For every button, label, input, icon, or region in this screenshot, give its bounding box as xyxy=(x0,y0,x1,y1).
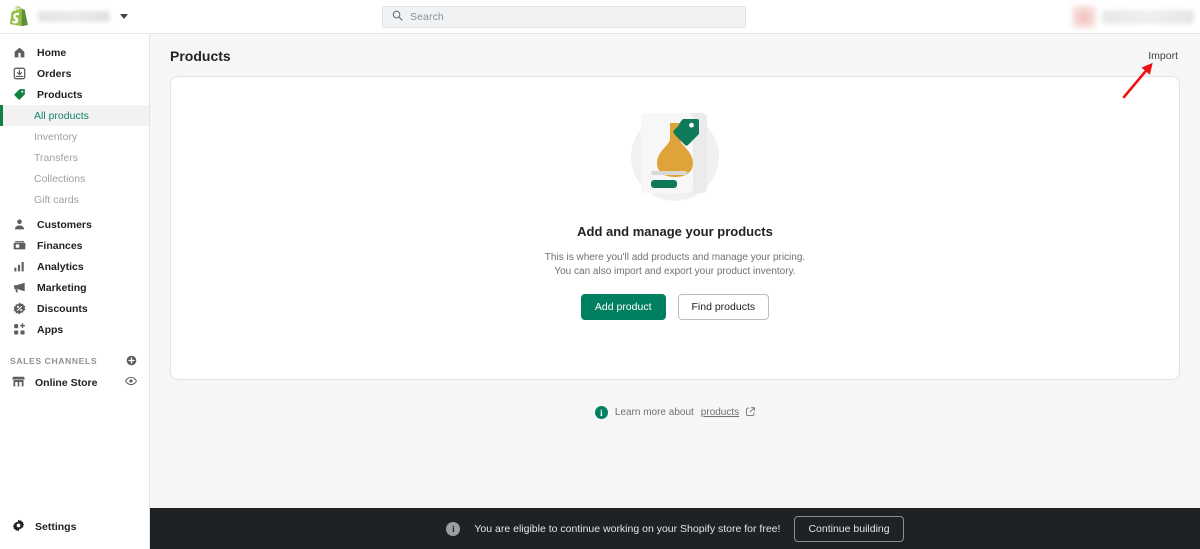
find-products-button[interactable]: Find products xyxy=(677,294,770,320)
discounts-percent-icon xyxy=(12,301,27,316)
user-menu[interactable] xyxy=(1072,5,1194,29)
banner-message: You are eligible to continue working on … xyxy=(474,522,781,535)
products-tag-icon xyxy=(12,87,27,102)
channel-label: Online Store xyxy=(35,376,98,389)
info-circle-icon: i xyxy=(446,521,461,536)
settings-label: Settings xyxy=(35,520,77,533)
learn-more-row: i Learn more about products xyxy=(150,406,1200,419)
sidebar-item-label: Finances xyxy=(37,239,83,252)
sidebar-item-collections[interactable]: Collections xyxy=(0,168,149,189)
subnav-item-label: Collections xyxy=(34,172,86,185)
products-empty-state-card: Add and manage your products This is whe… xyxy=(170,76,1180,380)
sidebar-item-gift-cards[interactable]: Gift cards xyxy=(0,189,149,210)
sidebar-item-finances[interactable]: Finances xyxy=(0,235,149,256)
add-product-button[interactable]: Add product xyxy=(580,294,666,320)
gear-icon xyxy=(12,518,25,535)
finances-bill-icon xyxy=(12,238,27,253)
continue-building-button[interactable]: Continue building xyxy=(794,515,904,542)
empty-state-actions: Add product Find products xyxy=(580,294,770,320)
main-content: Products Import Add and manage your prod… xyxy=(150,34,1200,549)
avatar[interactable] xyxy=(1072,6,1096,28)
sidebar-item-label: Apps xyxy=(37,323,64,336)
top-bar: Search xyxy=(0,0,1200,34)
search-icon xyxy=(392,8,403,26)
sidebar-item-products[interactable]: Products xyxy=(0,84,149,105)
sidebar-item-customers[interactable]: Customers xyxy=(0,214,149,235)
customer-person-icon xyxy=(12,217,27,232)
chevron-down-icon[interactable] xyxy=(120,14,128,19)
sidebar-item-label: Discounts xyxy=(37,302,88,315)
sales-channels-header: SALES CHANNELS xyxy=(0,350,149,372)
shopify-logo-icon xyxy=(10,5,30,28)
empty-state-description-line2: You can also import and export your prod… xyxy=(554,265,796,277)
subnav-item-label: Transfers xyxy=(34,151,78,164)
sidebar-item-label: Marketing xyxy=(37,281,87,294)
sidebar-item-home[interactable]: Home xyxy=(0,42,149,63)
sidebar-item-label: Products xyxy=(37,88,83,101)
sidebar-item-orders[interactable]: Orders xyxy=(0,63,149,84)
subnav-item-label: Gift cards xyxy=(34,193,79,206)
sidebar-item-marketing[interactable]: Marketing xyxy=(0,277,149,298)
sidebar-item-analytics[interactable]: Analytics xyxy=(0,256,149,277)
external-link-icon xyxy=(746,406,756,419)
sidebar-item-apps[interactable]: Apps xyxy=(0,319,149,340)
import-button[interactable]: Import xyxy=(1148,50,1178,62)
sidebar-secondary-nav: Customers Finances Analytics Marketing D… xyxy=(0,214,149,340)
sidebar-item-settings[interactable]: Settings xyxy=(0,516,76,537)
circle-plus-icon[interactable] xyxy=(126,355,137,368)
storefront-icon xyxy=(12,375,25,391)
home-icon xyxy=(12,45,27,60)
learn-more-prefix: Learn more about xyxy=(614,407,694,418)
orders-inbox-icon xyxy=(12,66,27,81)
sidebar-item-label: Orders xyxy=(37,67,72,80)
sidebar-item-label: Home xyxy=(37,46,67,59)
sales-channels-label: SALES CHANNELS xyxy=(10,356,98,366)
sidebar-item-label: Customers xyxy=(37,218,92,231)
products-help-link[interactable]: products xyxy=(701,407,739,418)
user-name-redacted xyxy=(1102,10,1194,24)
search-placeholder: Search xyxy=(410,11,444,23)
store-name-redacted xyxy=(38,11,110,22)
apps-grid-plus-icon xyxy=(12,322,27,337)
empty-state-description: This is where you'll add products and ma… xyxy=(545,251,805,278)
search-field-wrapper[interactable]: Search xyxy=(382,6,746,28)
page-header: Products Import xyxy=(150,34,1200,74)
sidebar-item-inventory[interactable]: Inventory xyxy=(0,126,149,147)
sidebar: Home Orders Products All products Invent… xyxy=(0,34,150,549)
store-switcher[interactable] xyxy=(0,5,150,28)
sidebar-item-all-products[interactable]: All products xyxy=(0,105,149,126)
empty-state-title: Add and manage your products xyxy=(577,224,773,239)
eye-icon[interactable] xyxy=(125,375,137,390)
sidebar-item-label: Analytics xyxy=(37,260,84,273)
subnav-item-label: All products xyxy=(34,109,89,122)
sidebar-item-transfers[interactable]: Transfers xyxy=(0,147,149,168)
page-title: Products xyxy=(170,48,231,64)
search-input[interactable]: Search xyxy=(382,6,746,28)
sidebar-item-discounts[interactable]: Discounts xyxy=(0,298,149,319)
subnav-item-label: Inventory xyxy=(34,130,78,143)
sidebar-primary-nav: Home Orders Products xyxy=(0,34,149,105)
free-trial-banner: i You are eligible to continue working o… xyxy=(150,508,1200,549)
info-circle-icon: i xyxy=(594,406,608,419)
sidebar-products-subnav: All products Inventory Transfers Collect… xyxy=(0,105,149,210)
analytics-bars-icon xyxy=(12,259,27,274)
empty-state-description-line1: This is where you'll add products and ma… xyxy=(544,252,806,263)
sidebar-item-online-store[interactable]: Online Store xyxy=(0,372,149,393)
marketing-megaphone-icon xyxy=(12,280,27,295)
product-card-vase-illustration xyxy=(615,101,735,224)
